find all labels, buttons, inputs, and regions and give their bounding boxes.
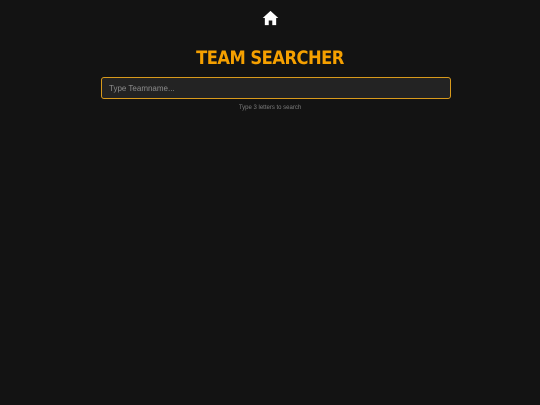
home-icon — [262, 10, 278, 26]
search-hint: Type 3 letters to search — [238, 105, 302, 111]
page: Team Searcher Type 3 letters to search — [0, 0, 540, 405]
home-button[interactable] — [260, 9, 280, 27]
team-search-input[interactable] — [101, 77, 451, 99]
page-title: Team Searcher — [196, 47, 344, 69]
